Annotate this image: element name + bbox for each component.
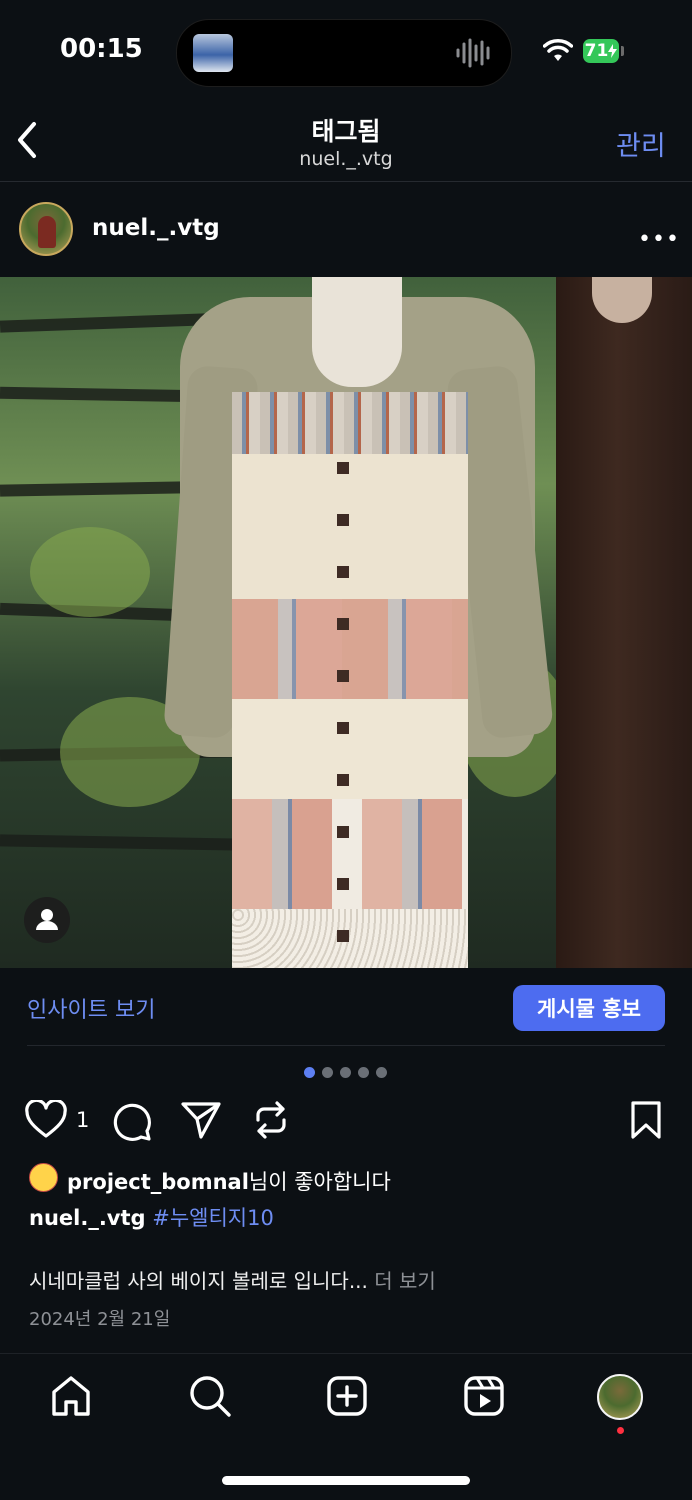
bookmark-icon[interactable] [630,1100,662,1140]
caption-username[interactable]: nuel._.vtg [29,1206,146,1230]
caption-hashtag[interactable]: #누엘티지10 [152,1206,274,1230]
dress-tier [232,599,468,699]
dress-buttons [337,422,349,942]
carousel-dot [322,1067,333,1078]
post-description: 시네마클럽 사의 베이지 볼레로 입니다... 더 보기 [29,1265,436,1294]
view-insights-link[interactable]: 인사이트 보기 [27,992,155,1024]
caption: nuel._.vtg #누엘티지10 [29,1202,274,1232]
photo-foliage [30,527,150,617]
photo-dress [232,392,468,968]
manage-button[interactable]: 관리 [616,124,666,163]
dress-tier [232,392,468,454]
reels-icon[interactable] [463,1374,505,1418]
avatar-figure [38,216,56,248]
comment-icon[interactable] [110,1100,152,1142]
now-playing-thumbnail [193,34,233,72]
post-date: 2024년 2월 21일 [29,1309,171,1330]
photo-wall [556,277,692,968]
dress-tier [232,909,468,968]
carousel-dot-active [304,1067,315,1078]
tagged-people-icon[interactable] [24,897,70,943]
more-link[interactable]: 더 보기 [374,1269,436,1293]
ellipsis-icon[interactable]: ••• [638,227,680,252]
create-icon[interactable] [326,1374,368,1418]
dress-tier [232,699,468,799]
audio-wave-icon [456,38,490,68]
wifi-icon [543,39,573,61]
post-author-username[interactable]: nuel._.vtg [92,215,220,241]
post-photo[interactable] [0,277,692,968]
heart-icon[interactable] [24,1100,68,1140]
promote-post-button[interactable]: 게시물 홍보 [513,985,665,1031]
liker-avatar[interactable] [29,1163,58,1192]
page-title: 태그됨 [311,117,381,146]
notification-dot [617,1427,624,1434]
home-indicator[interactable] [222,1476,470,1485]
photo-mannequin-neck [312,277,402,387]
bolt-icon [608,44,618,58]
post-author-avatar[interactable] [19,202,73,256]
carousel-indicator [304,1067,387,1078]
dynamic-island[interactable] [176,19,512,87]
home-icon[interactable] [50,1374,92,1418]
carousel-dot [376,1067,387,1078]
insight-divider [27,1045,665,1046]
liked-by-line[interactable]: project_bomnal님이 좋아합니다 [67,1166,391,1196]
carousel-dot [358,1067,369,1078]
battery-indicator: 71 [583,39,619,63]
share-icon[interactable] [180,1100,222,1140]
profile-tab-avatar[interactable] [597,1374,643,1420]
search-icon[interactable] [188,1374,232,1418]
description-text: 시네마클럽 사의 베이지 볼레로 입니다... [29,1269,368,1293]
battery-tip [621,46,624,56]
dress-tier [232,454,468,599]
liked-by-suffix: 님이 좋아합니다 [248,1170,391,1194]
battery-level: 71 [584,41,609,61]
carousel-dot [340,1067,351,1078]
repost-icon[interactable] [252,1100,290,1140]
header-divider [0,181,692,182]
liker-username[interactable]: project_bomnal [67,1170,249,1194]
status-time: 00:15 [60,34,143,64]
like-count[interactable]: 1 [76,1108,89,1132]
bottom-nav-divider [0,1353,692,1354]
dress-tier [232,799,468,909]
page-subtitle: nuel._.vtg [299,148,393,170]
